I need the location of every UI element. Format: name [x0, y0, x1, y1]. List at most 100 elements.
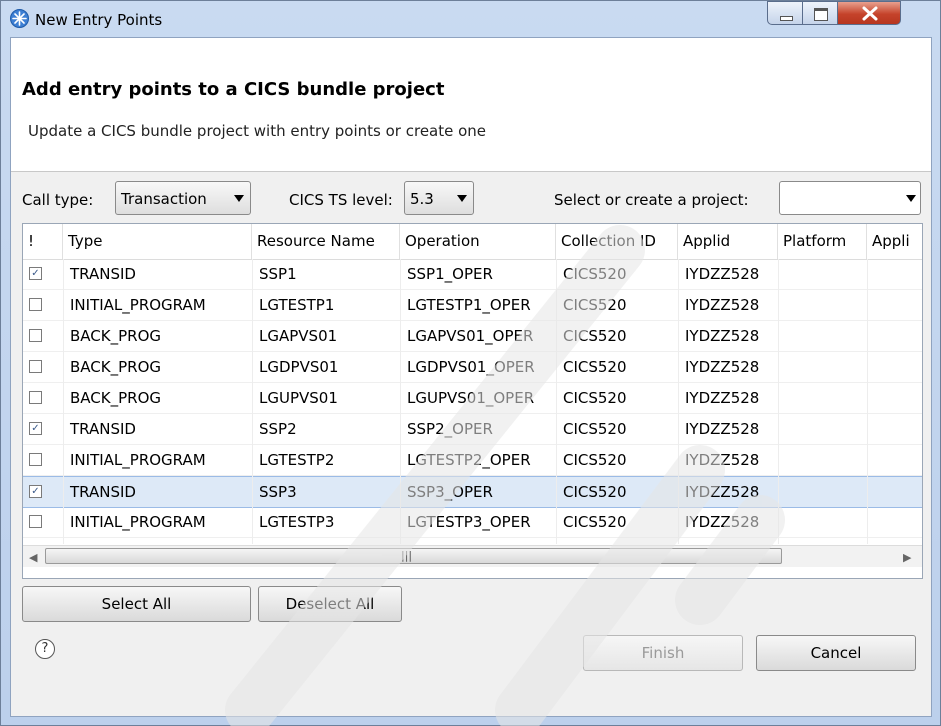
cell-collection: CICS520 [563, 389, 627, 407]
horizontal-scrollbar[interactable]: ◀ ||| ▶ [23, 545, 922, 567]
window-title: New Entry Points [35, 11, 163, 29]
minimize-button[interactable] [767, 1, 803, 25]
cell-type: BACK_PROG [70, 358, 161, 376]
select-all-button[interactable]: Select All [22, 586, 251, 622]
checkbox-cell [23, 383, 63, 413]
column-divider [778, 259, 779, 544]
cancel-button[interactable]: Cancel [756, 635, 916, 671]
cell-type: INITIAL_PROGRAM [70, 296, 206, 314]
checkbox[interactable] [29, 391, 42, 404]
table-row[interactable]: BACK_PROG LGUPVS01 LGUPVS01_OPER CICS520 IYD… [23, 383, 922, 414]
cell-applid: IYDZZ528 [685, 327, 760, 345]
checkbox-cell [23, 445, 63, 475]
cell-operation: SSP3_OPER [407, 483, 493, 501]
cell-resource: LGTESTP3 [259, 513, 335, 531]
column-header[interactable]: Operation [400, 224, 556, 259]
cell-applid: IYDZZ528 [685, 451, 760, 469]
sparkle-icon [10, 9, 29, 28]
cell-type: BACK_PROG [70, 389, 161, 407]
scroll-left-icon[interactable]: ◀ [29, 551, 37, 564]
checkbox-cell [23, 321, 63, 351]
header-area: Add entry points to a CICS bundle projec… [11, 38, 931, 172]
level-value: 5.3 [410, 190, 434, 208]
level-label: CICS TS level: [289, 191, 393, 209]
maximize-icon [814, 8, 828, 21]
cell-applid: IYDZZ528 [685, 358, 760, 376]
call-type-value: Transaction [121, 190, 207, 208]
column-divider [400, 259, 401, 544]
checkbox-cell: ✓ [23, 477, 63, 507]
cell-collection: CICS520 [563, 420, 627, 438]
column-header[interactable]: ! [23, 224, 63, 259]
table-row[interactable]: BACK_PROG LGAPVS01 LGAPVS01_OPER CICS520 IYD… [23, 321, 922, 352]
cell-collection: CICS520 [563, 265, 627, 283]
cell-collection: CICS520 [563, 451, 627, 469]
dialog-content: Add entry points to a CICS bundle projec… [10, 37, 932, 717]
table-header: ! Type Resource Name Operation Collectio… [23, 224, 922, 260]
table-row[interactable]: BACK_PROG LGDPVS01 LGDPVS01_OPER CICS520 IYD… [23, 352, 922, 383]
table-row[interactable]: ✓ TRANSID SSP2 SSP2_OPER CICS520 IYDZZ528 [23, 414, 922, 445]
cell-applid: IYDZZ528 [685, 296, 760, 314]
cell-type: INITIAL_PROGRAM [70, 513, 206, 531]
checkbox-cell: ✓ [23, 259, 63, 289]
cell-operation: LGUPVS01_OPER [407, 389, 535, 407]
cell-resource: SSP3 [259, 483, 297, 501]
cell-resource: SSP1 [259, 265, 297, 283]
call-type-select[interactable]: Transaction [115, 181, 251, 215]
column-divider [556, 259, 557, 544]
checkbox-checked[interactable]: ✓ [29, 485, 42, 498]
project-combo[interactable] [779, 181, 921, 215]
table-row[interactable]: ✓ TRANSID SSP3 SSP3_OPER CICS520 IYDZZ528 [23, 476, 922, 508]
column-header[interactable]: Collection ID [556, 224, 678, 259]
checkbox[interactable] [29, 515, 42, 528]
cell-resource: LGUPVS01 [259, 389, 338, 407]
cell-operation: LGDPVS01_OPER [407, 358, 535, 376]
table-row[interactable]: INITIAL_PROGRAM LGTESTP3 LGTESTP3_OPER CICS… [23, 507, 922, 538]
cell-type: BACK_PROG [70, 327, 161, 345]
deselect-all-button[interactable]: Deselect All [258, 586, 402, 622]
close-icon [862, 6, 878, 21]
cell-resource: SSP2 [259, 420, 297, 438]
level-select[interactable]: 5.3 [404, 181, 474, 215]
scroll-right-icon[interactable]: ▶ [903, 551, 911, 564]
column-divider [867, 259, 868, 544]
column-header[interactable]: Type [63, 224, 252, 259]
checkbox-cell [23, 352, 63, 382]
cell-type: TRANSID [70, 420, 136, 438]
page-title: Add entry points to a CICS bundle projec… [22, 79, 445, 100]
close-button[interactable] [837, 1, 901, 25]
cell-type: TRANSID [70, 265, 136, 283]
table-row[interactable]: ✓ TRANSID SSP1 SSP1_OPER CICS520 IYDZZ528 [23, 259, 922, 290]
maximize-button[interactable] [802, 1, 838, 25]
table-row[interactable]: INITIAL_PROGRAM LGTESTP1 LGTESTP1_OPER CICS… [23, 290, 922, 321]
checkbox-checked[interactable]: ✓ [29, 267, 42, 280]
checkbox[interactable] [29, 453, 42, 466]
cell-resource: LGAPVS01 [259, 327, 338, 345]
finish-button[interactable]: Finish [583, 635, 743, 671]
column-header[interactable]: Platform [778, 224, 867, 259]
table-row[interactable]: INITIAL_PROGRAM LGTESTP2 LGTESTP2_OPER CICS… [23, 445, 922, 476]
entry-points-table[interactable]: ! Type Resource Name Operation Collectio… [22, 223, 923, 579]
cell-collection: CICS520 [563, 513, 627, 531]
column-header[interactable]: Resource Name [252, 224, 400, 259]
minimize-icon [780, 16, 793, 21]
checkbox-checked[interactable]: ✓ [29, 422, 42, 435]
cell-type: INITIAL_PROGRAM [70, 451, 206, 469]
scrollbar-thumb[interactable]: ||| [45, 548, 782, 564]
help-icon[interactable]: ? [35, 639, 55, 659]
cell-applid: IYDZZ528 [685, 513, 760, 531]
column-header[interactable]: Appli [867, 224, 922, 259]
cell-type: TRANSID [70, 483, 136, 501]
cell-operation: LGTESTP2_OPER [407, 451, 531, 469]
cell-operation: LGTESTP1_OPER [407, 296, 531, 314]
cell-resource: LGDPVS01 [259, 358, 339, 376]
call-type-label: Call type: [22, 191, 94, 209]
title-bar[interactable]: New Entry Points [1, 1, 940, 37]
cell-collection: CICS520 [563, 358, 627, 376]
checkbox[interactable] [29, 298, 42, 311]
column-header[interactable]: Applid [678, 224, 778, 259]
checkbox[interactable] [29, 360, 42, 373]
column-divider [252, 259, 253, 544]
checkbox[interactable] [29, 329, 42, 342]
column-divider [678, 259, 679, 544]
